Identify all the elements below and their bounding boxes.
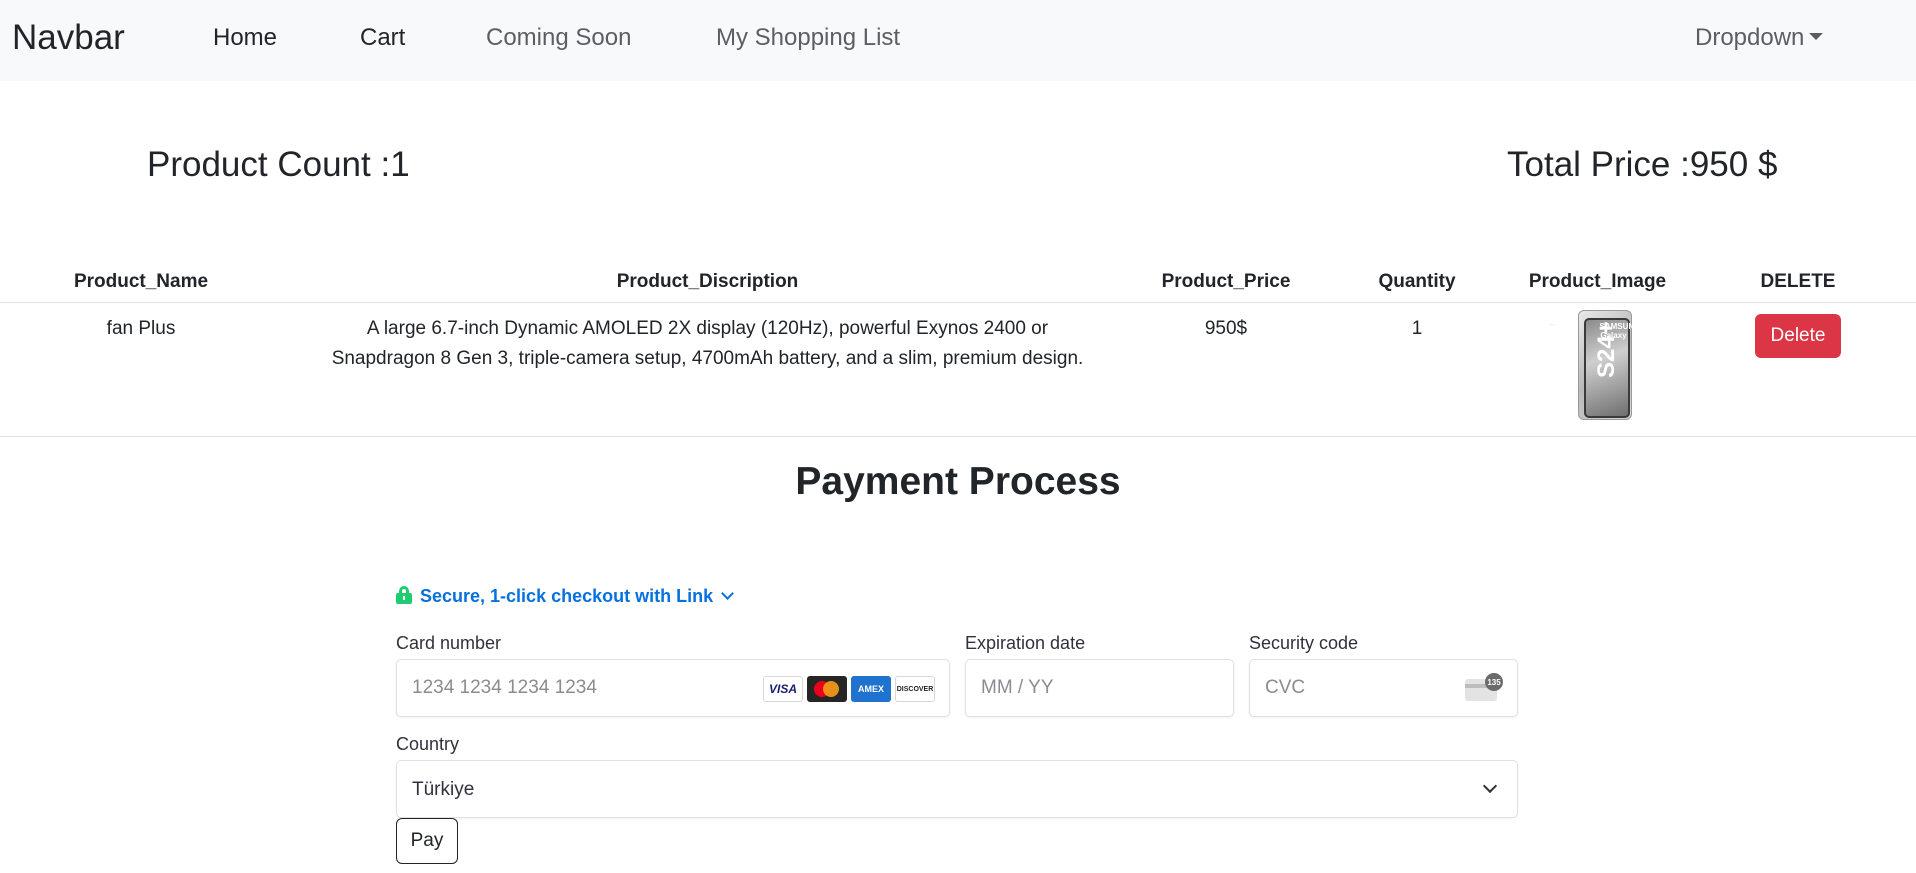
cell-product-description: A large 6.7-inch Dynamic AMOLED 2X displ… (282, 302, 1133, 437)
cell-delete: Delete (1680, 302, 1916, 437)
nav-dropdown-label: Dropdown (1695, 24, 1805, 51)
country-selected-value: Türkiye (412, 779, 475, 800)
cell-product-price: 950$ (1133, 302, 1319, 437)
caret-down-icon (1809, 33, 1824, 41)
mastercard-icon (807, 676, 847, 702)
header-product-image: Product_Image (1515, 262, 1680, 303)
amex-text: AMEX (857, 684, 884, 694)
cell-quantity: 1 (1319, 302, 1515, 437)
phone-box-tag: ··· (1549, 321, 1555, 328)
cvc-number-badge: 135 (1485, 673, 1503, 691)
navbar: Navbar Home Cart Coming Soon My Shopping… (0, 0, 1916, 81)
table-header-row: Product_Name Product_Discription Product… (0, 262, 1916, 303)
table-row: fan Plus A large 6.7-inch Dynamic AMOLED… (0, 302, 1916, 437)
phone-model-text: S24+ (1592, 320, 1620, 378)
chevron-down-icon (1482, 778, 1498, 794)
link-checkout-text: Secure, 1-click checkout with Link (420, 586, 714, 606)
discover-icon: DISCOVER (895, 676, 935, 702)
nav-link-home[interactable]: Home (213, 24, 277, 52)
amex-icon: AMEX (851, 676, 891, 702)
card-number-input[interactable] (412, 660, 712, 716)
card-brand-icons: VISA AMEX DISCOVER (763, 676, 935, 702)
payment-title: Payment Process (795, 460, 1121, 503)
security-code-label: Security code (1249, 633, 1359, 653)
country-select[interactable]: Türkiye (396, 760, 1518, 818)
nav-dropdown[interactable]: Dropdown (1695, 24, 1824, 52)
visa-text: VISA (768, 682, 797, 696)
product-description-text: A large 6.7-inch Dynamic AMOLED 2X displ… (331, 317, 1084, 369)
lock-icon (396, 586, 412, 604)
cell-product-image: ··· SAMSUNG Galaxy S24+ (1515, 302, 1680, 437)
total-price: Total Price :950 $ (1507, 145, 1778, 184)
header-delete: DELETE (1680, 262, 1916, 303)
security-code-input[interactable] (1265, 660, 1465, 716)
expiration-date-input[interactable] (981, 660, 1281, 716)
header-quantity: Quantity (1319, 262, 1515, 303)
cvc-card-icon: 135 (1465, 673, 1503, 701)
visa-icon: VISA (763, 676, 803, 702)
expiration-date-field (965, 659, 1281, 717)
navbar-brand[interactable]: Navbar (12, 18, 125, 58)
cart-table: Product_Name Product_Discription Product… (0, 262, 1916, 437)
header-product-price: Product_Price (1133, 262, 1319, 303)
product-count: Product Count :1 (147, 145, 410, 184)
country-label: Country (396, 734, 460, 754)
nav-link-shopping-list[interactable]: My Shopping List (716, 24, 900, 52)
cell-product-name: fan Plus (0, 302, 282, 437)
card-number-label: Card number (396, 633, 502, 653)
pay-button[interactable]: Pay (396, 818, 458, 864)
nav-link-coming-soon[interactable]: Coming Soon (486, 24, 631, 52)
nav-link-cart[interactable]: Cart (360, 24, 405, 52)
discover-text: DISCOVER (896, 685, 934, 693)
expiration-date-label: Expiration date (965, 633, 1086, 653)
card-number-field: VISA AMEX DISCOVER (396, 659, 950, 717)
security-code-field: 135 (1249, 659, 1518, 717)
link-checkout-toggle[interactable]: Secure, 1-click checkout with Link (396, 586, 734, 607)
delete-button[interactable]: Delete (1754, 313, 1842, 358)
header-product-name: Product_Name (0, 262, 282, 303)
header-product-description: Product_Discription (282, 262, 1133, 303)
product-image: ··· SAMSUNG Galaxy S24+ (1548, 308, 1648, 420)
chevron-down-icon (721, 587, 734, 600)
